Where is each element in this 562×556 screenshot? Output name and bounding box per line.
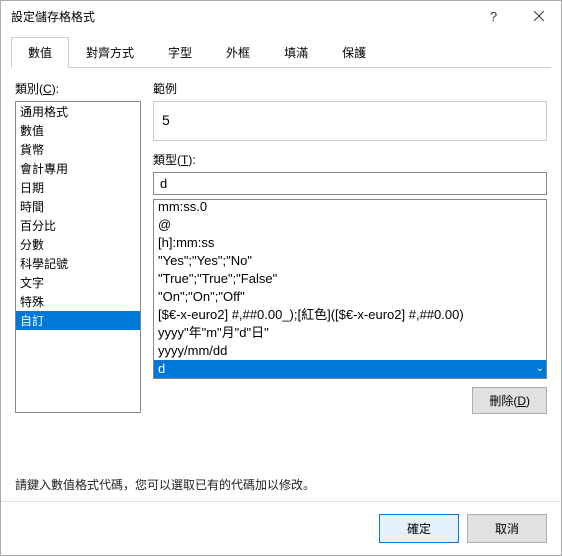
format-item[interactable]: [$€-x-euro2] #,##0.00_);[紅色]([$€-x-euro2… bbox=[154, 306, 546, 324]
cancel-button[interactable]: 取消 bbox=[467, 514, 547, 543]
tab-strip: 數值對齊方式字型外框填滿保護 bbox=[11, 37, 551, 68]
dialog-footer: 確定 取消 bbox=[1, 501, 561, 555]
hint-text: 請鍵入數值格式代碼，您可以選取已有的代碼加以修改。 bbox=[15, 476, 547, 493]
category-item[interactable]: 分數 bbox=[16, 235, 140, 254]
category-item[interactable]: 日期 bbox=[16, 178, 140, 197]
format-item[interactable]: "Yes";"Yes";"No" bbox=[154, 252, 546, 270]
format-listbox[interactable]: yyyy/m/d hh:mmmm:ssmm:ss.0@[h]:mm:ss"Yes… bbox=[153, 199, 547, 379]
category-item[interactable]: 時間 bbox=[16, 197, 140, 216]
ok-button[interactable]: 確定 bbox=[379, 514, 459, 543]
dialog-title: 設定儲存格格式 bbox=[11, 8, 471, 25]
category-item[interactable]: 特殊 bbox=[16, 292, 140, 311]
category-item[interactable]: 自訂 bbox=[16, 311, 140, 330]
help-button[interactable]: ? bbox=[471, 1, 516, 31]
titlebar: 設定儲存格格式 ? bbox=[1, 1, 561, 31]
format-item[interactable]: yyyy/mm/dd bbox=[154, 342, 546, 360]
category-item[interactable]: 貨幣 bbox=[16, 140, 140, 159]
sample-box: 5 bbox=[153, 101, 547, 141]
format-item[interactable]: [h]:mm:ss bbox=[154, 234, 546, 252]
format-item[interactable]: @ bbox=[154, 216, 546, 234]
format-item[interactable]: d⌄ bbox=[154, 360, 546, 378]
category-item[interactable]: 數值 bbox=[16, 121, 140, 140]
category-item[interactable]: 文字 bbox=[16, 273, 140, 292]
category-item[interactable]: 會計專用 bbox=[16, 159, 140, 178]
category-item[interactable]: 科學記號 bbox=[16, 254, 140, 273]
format-item[interactable]: "True";"True";"False" bbox=[154, 270, 546, 288]
chevron-down-icon: ⌄ bbox=[536, 360, 544, 378]
tab-4[interactable]: 填滿 bbox=[267, 37, 325, 67]
delete-button[interactable]: 刪除(D) bbox=[472, 387, 547, 414]
tab-3[interactable]: 外框 bbox=[209, 37, 267, 67]
category-listbox[interactable]: 通用格式數值貨幣會計專用日期時間百分比分數科學記號文字特殊自訂 bbox=[15, 101, 141, 413]
format-item[interactable]: "On";"On";"Off" bbox=[154, 288, 546, 306]
tab-5[interactable]: 保護 bbox=[325, 37, 383, 67]
type-label: 類型(T): bbox=[153, 151, 547, 168]
tab-2[interactable]: 字型 bbox=[151, 37, 209, 67]
format-cells-dialog: 設定儲存格格式 ? 數值對齊方式字型外框填滿保護 類別(C): 通用格式數值貨幣… bbox=[0, 0, 562, 556]
format-item[interactable]: yyyy"年"m"月"d"日" bbox=[154, 324, 546, 342]
category-item[interactable]: 通用格式 bbox=[16, 102, 140, 121]
category-item[interactable]: 百分比 bbox=[16, 216, 140, 235]
content-area: 類別(C): 通用格式數值貨幣會計專用日期時間百分比分數科學記號文字特殊自訂 範… bbox=[1, 68, 561, 501]
tab-1[interactable]: 對齊方式 bbox=[69, 37, 151, 67]
sample-label: 範例 bbox=[153, 80, 547, 97]
tab-0[interactable]: 數值 bbox=[11, 37, 69, 68]
type-input[interactable] bbox=[153, 172, 547, 195]
close-icon bbox=[534, 11, 544, 21]
format-item[interactable]: mm:ss.0 bbox=[154, 199, 546, 216]
sample-value: 5 bbox=[162, 112, 170, 128]
close-button[interactable] bbox=[516, 1, 561, 31]
category-label: 類別(C): bbox=[15, 80, 141, 97]
